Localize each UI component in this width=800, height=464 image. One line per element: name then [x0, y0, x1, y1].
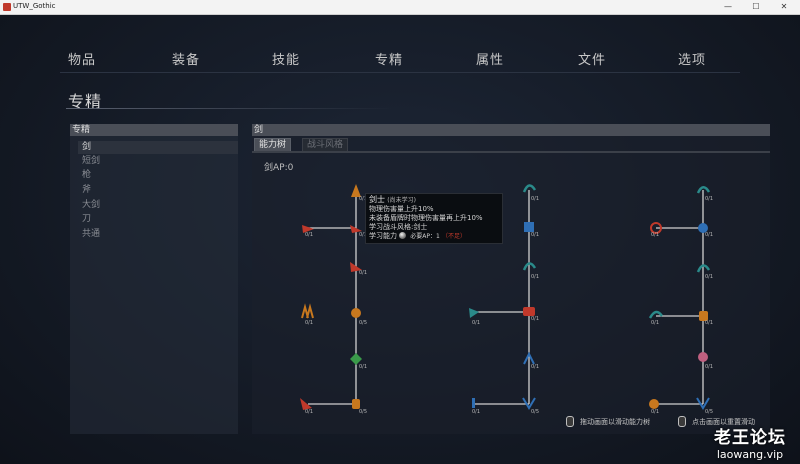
hand-icon — [469, 308, 479, 318]
tooltip-insufficient: （不足） — [442, 233, 467, 240]
tooltip-line: 学习战斗风格:剑士 — [369, 223, 428, 231]
skill-node[interactable]: 0/5 — [351, 308, 367, 326]
node-progress: 0/1 — [705, 364, 713, 370]
node-progress: 0/1 — [531, 232, 539, 238]
tooltip-line: 未装备盾牌时物理伤害量再上升10% — [369, 214, 483, 222]
skill-node[interactable]: 0/1 — [522, 262, 539, 280]
watermark-url: laowang.vip — [716, 448, 784, 461]
skill-node[interactable]: 0/1 — [472, 398, 480, 415]
skill-node[interactable]: 0/1 — [524, 222, 539, 238]
node-progress: 0/1 — [705, 320, 713, 326]
tooltip-state: (尚未学习) — [387, 197, 416, 204]
skill-node[interactable]: 0/5 — [352, 399, 367, 415]
node-progress: 0/1 — [359, 270, 367, 276]
skill-node[interactable]: 0/1 — [696, 186, 713, 202]
skill-node[interactable]: 0/1 — [469, 308, 480, 326]
node-progress: 0/1 — [705, 232, 713, 238]
node-progress: 0/1 — [305, 320, 313, 326]
node-progress: 0/1 — [305, 409, 313, 415]
node-progress: 0/1 — [531, 316, 539, 322]
skill-node[interactable]: 0/1 — [302, 225, 314, 238]
skill-node[interactable]: 0/1 — [698, 352, 713, 370]
node-progress: 0/1 — [531, 364, 539, 370]
skill-node[interactable]: 0/1 — [300, 398, 313, 415]
rune-icon — [524, 222, 534, 232]
skill-node[interactable]: 0/1 — [696, 264, 713, 280]
drag-hint: 拖动画面以滑动能力树 — [580, 418, 650, 426]
heart-icon — [698, 352, 708, 362]
skill-node[interactable]: 0/1 — [648, 310, 664, 326]
skill-node[interactable]: 0/1 — [523, 351, 539, 370]
watermark: 老王论坛 laowang.vip — [714, 423, 786, 461]
skill-node[interactable]: 0/1 — [301, 303, 314, 326]
node-progress: 0/1 — [531, 274, 539, 280]
fist-icon — [523, 307, 535, 316]
tooltip-learn-label: 学习能力 — [369, 232, 397, 240]
skill-node[interactable]: 0/1 — [698, 223, 713, 238]
watermark-main: 老王论坛 — [714, 428, 786, 448]
shield-icon — [351, 308, 361, 318]
node-progress: 0/1 — [651, 320, 659, 326]
node-progress: 0/1 — [651, 409, 659, 415]
node-progress: 0/5 — [531, 409, 539, 415]
skill-tooltip: 剑士 (尚未学习) 物理伤害量上升10% 未装备盾牌时物理伤害量再上升10% 学… — [365, 193, 503, 244]
skill-node[interactable]: 0/1 — [649, 399, 659, 415]
node-progress: 0/1 — [472, 409, 480, 415]
node-progress: 0/1 — [359, 364, 367, 370]
node-progress: 0/1 — [705, 274, 713, 280]
node-progress: 0/1 — [705, 196, 713, 202]
skill-node[interactable]: 0/1 — [650, 222, 662, 238]
fire-orb-icon — [649, 399, 659, 409]
wave-icon — [648, 310, 664, 319]
node-progress: 0/1 — [305, 232, 313, 238]
node-progress: 0/5 — [705, 409, 713, 415]
skill-node[interactable]: 0/1 — [523, 307, 539, 322]
node-progress: 0/5 — [359, 320, 367, 326]
skill-node[interactable]: 0/1 — [350, 262, 367, 276]
node-progress: 0/1 — [472, 320, 480, 326]
skill-node[interactable]: 0/5 — [522, 397, 539, 415]
node-progress: 0/5 — [359, 409, 367, 415]
skill-node[interactable]: 0/1 — [699, 311, 713, 326]
mouse-icon — [678, 416, 686, 427]
tree-column-sword: 0/1 0/1 0/1 0/5 0/1 0/5 0/1 0/1 0/1 — [300, 184, 367, 415]
armor-icon — [352, 399, 360, 409]
dagger-icon — [472, 398, 475, 408]
node-progress: 0/1 — [531, 196, 539, 202]
skill-node[interactable]: 0/5 — [696, 397, 713, 415]
tooltip-required-ap: 必要AP：1 — [410, 233, 440, 240]
skill-node[interactable]: 0/1 — [522, 184, 539, 202]
mouse-icon — [566, 416, 574, 427]
boots-icon — [301, 303, 314, 319]
skill-node[interactable]: 0/1 — [350, 353, 367, 370]
tooltip-line: 物理伤害量上升10% — [369, 205, 434, 213]
coin-icon[interactable] — [399, 232, 406, 239]
node-progress: 0/1 — [651, 232, 659, 238]
tooltip-title: 剑士 — [369, 195, 385, 204]
